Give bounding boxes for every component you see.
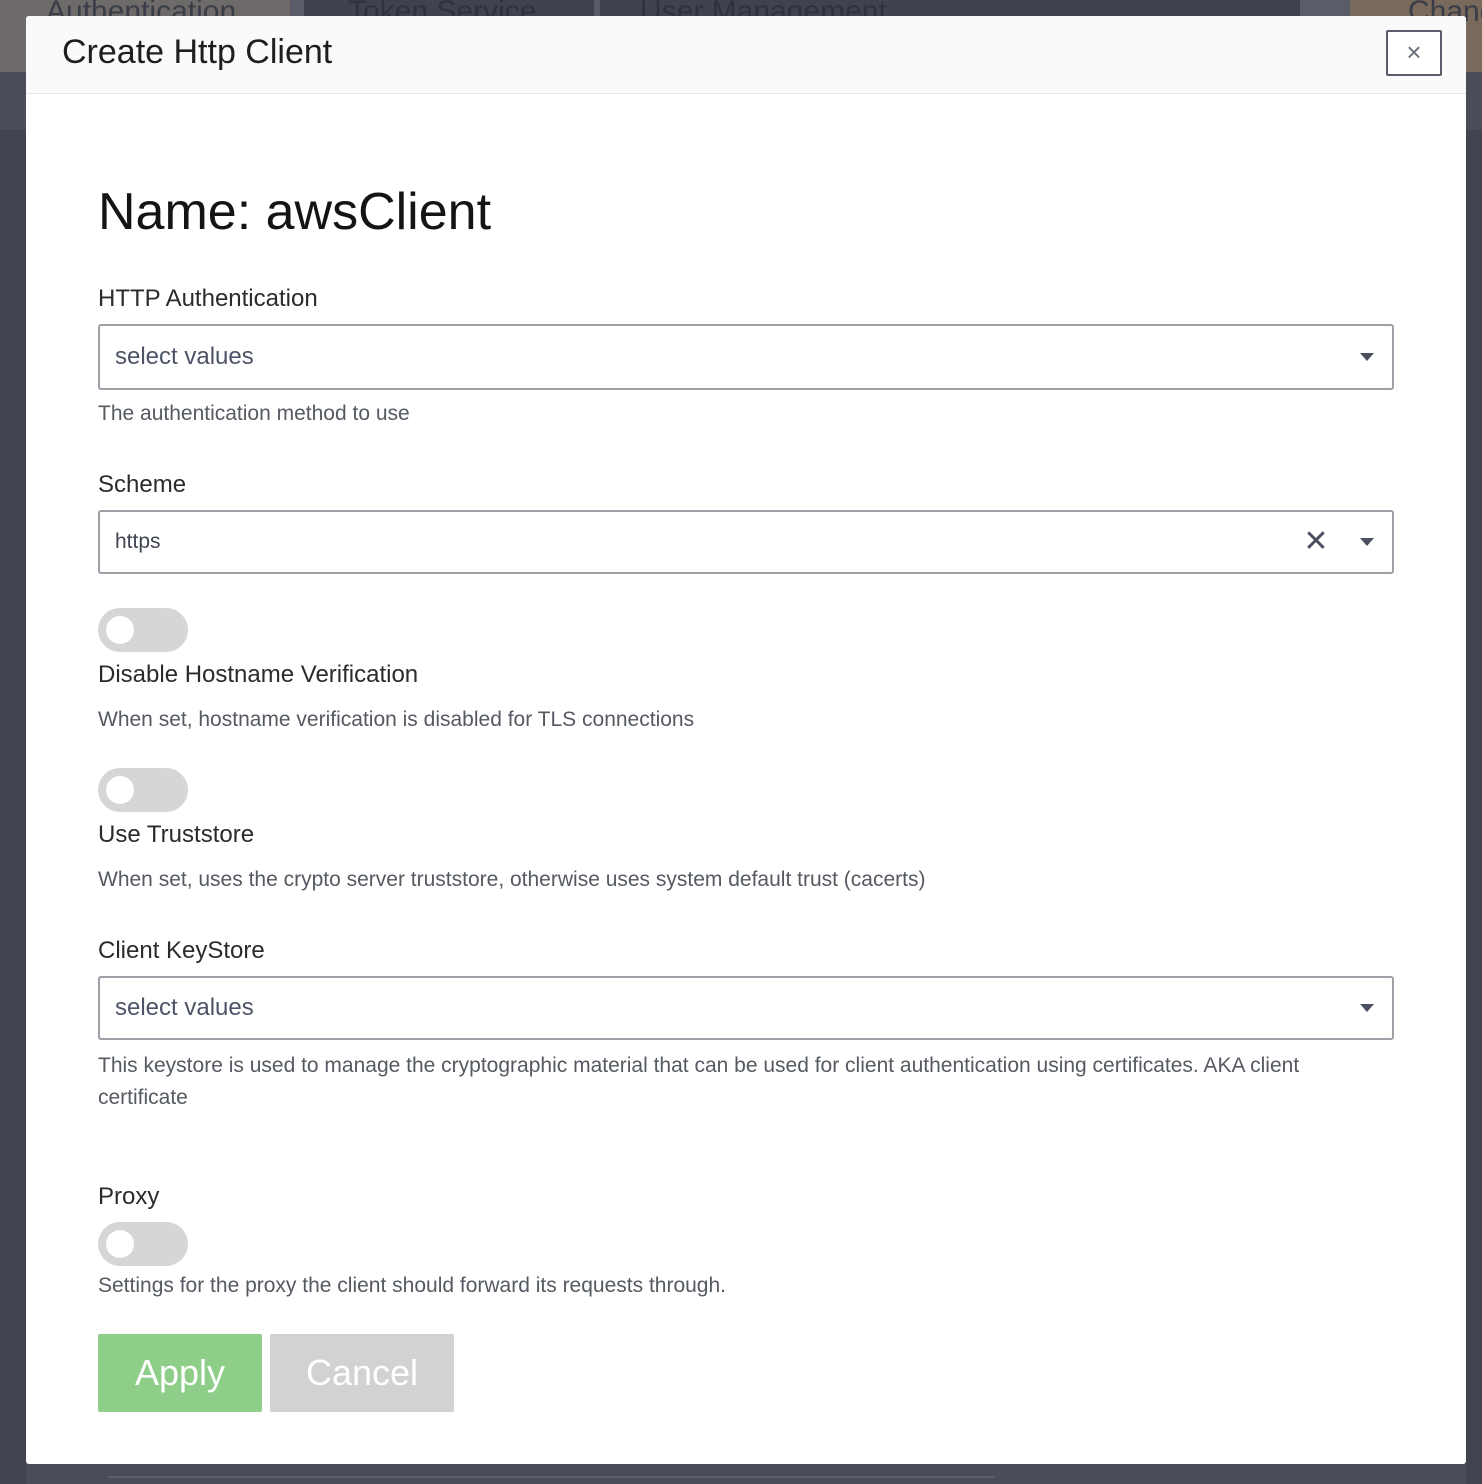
http-authentication-help: The authentication method to use xyxy=(98,402,410,425)
background-divider xyxy=(108,1476,994,1478)
use-truststore-label: Use Truststore xyxy=(98,821,255,848)
apply-button[interactable]: Apply xyxy=(98,1334,262,1412)
chevron-down-icon[interactable] xyxy=(1360,538,1374,546)
proxy-label: Proxy xyxy=(98,1183,160,1210)
scheme-value: https xyxy=(115,530,161,553)
dialog-title: Create Http Client xyxy=(62,33,333,71)
disable-hostname-verification-label: Disable Hostname Verification xyxy=(98,661,419,688)
scheme-select[interactable]: https ✕ xyxy=(98,510,1394,574)
http-authentication-label: HTTP Authentication xyxy=(98,285,318,312)
clear-icon[interactable]: ✕ xyxy=(1302,527,1330,557)
cancel-button[interactable]: Cancel xyxy=(270,1334,454,1412)
close-button[interactable]: × xyxy=(1386,30,1442,76)
use-truststore-help: When set, uses the crypto server trustst… xyxy=(98,868,926,891)
toggle-knob xyxy=(106,776,134,804)
client-keystore-help: This keystore is used to manage the cryp… xyxy=(98,1054,1300,1109)
background-panel-right xyxy=(1466,130,1482,1484)
create-http-client-dialog: Create Http Client × Name: awsClient HTT… xyxy=(26,16,1466,1464)
client-keystore-label: Client KeyStore xyxy=(98,937,265,964)
toggle-knob xyxy=(106,616,134,644)
close-icon: × xyxy=(1406,37,1422,67)
scheme-label: Scheme xyxy=(98,471,187,498)
background-panel-left xyxy=(0,130,26,1484)
http-authentication-placeholder: select values xyxy=(115,343,254,370)
disable-hostname-verification-toggle[interactable] xyxy=(98,608,188,652)
client-name-heading: Name: awsClient xyxy=(98,183,492,241)
chevron-down-icon[interactable] xyxy=(1360,1004,1374,1012)
use-truststore-toggle[interactable] xyxy=(98,768,188,812)
proxy-toggle[interactable] xyxy=(98,1222,188,1266)
client-keystore-select[interactable]: select values xyxy=(98,976,1394,1040)
disable-hostname-verification-help: When set, hostname verification is disab… xyxy=(98,708,695,731)
chevron-down-icon[interactable] xyxy=(1360,353,1374,361)
http-authentication-select[interactable]: select values xyxy=(98,324,1394,390)
toggle-knob xyxy=(106,1230,134,1258)
client-keystore-placeholder: select values xyxy=(115,994,254,1021)
dialog-header: Create Http Client × xyxy=(26,16,1466,94)
proxy-help: Settings for the proxy the client should… xyxy=(98,1274,727,1297)
